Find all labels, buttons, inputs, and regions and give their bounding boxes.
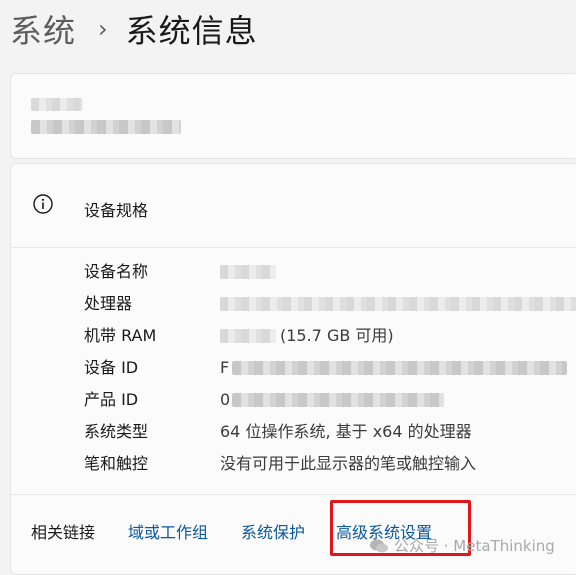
blurred-value [220, 329, 276, 343]
spec-row-device-name: 设备名称 [84, 260, 576, 284]
blurred-value [232, 393, 444, 407]
watermark-text: 公众号 · MetaThinking [394, 537, 555, 555]
spec-value: 0 [220, 390, 231, 409]
watermark: 公众号 · MetaThinking [369, 535, 555, 556]
spec-label: 机带 RAM [84, 326, 157, 345]
related-links-bar: 相关链接 域或工作组 系统保护 高级系统设置 公众号 · MetaThinkin… [11, 494, 576, 575]
spec-label: 产品 ID [84, 390, 139, 409]
specs-header[interactable]: 设备规格 [11, 164, 576, 248]
spec-label: 笔和触控 [84, 454, 149, 473]
spec-row-device-id: 设备 ID F [84, 356, 576, 380]
spec-row-ram: 机带 RAM (15.7 GB 可用) [84, 324, 576, 348]
spec-value: (15.7 GB 可用) [280, 326, 394, 345]
spec-label: 处理器 [84, 294, 133, 313]
blurred-device-model [31, 120, 181, 134]
spec-row-system-type: 系统类型 64 位操作系统, 基于 x64 的处理器 [84, 420, 576, 444]
breadcrumb-separator: › [98, 15, 108, 43]
spec-label: 设备名称 [84, 262, 149, 281]
blurred-value [220, 297, 576, 311]
spec-row-processor: 处理器 [84, 292, 576, 316]
related-links-label: 相关链接 [31, 523, 96, 542]
spec-row-product-id: 产品 ID 0 [84, 388, 576, 412]
info-icon [33, 194, 53, 214]
breadcrumb-parent[interactable]: 系统 [10, 6, 76, 52]
spec-value: 64 位操作系统, 基于 x64 的处理器 [220, 422, 472, 441]
device-name-card [10, 73, 576, 159]
link-domain-workgroup[interactable]: 域或工作组 [128, 519, 208, 543]
link-system-protection[interactable]: 系统保护 [241, 519, 305, 543]
spec-label: 设备 ID [84, 358, 139, 377]
spec-row-pen-touch: 笔和触控 没有可用于此显示器的笔或触控输入 [84, 452, 576, 476]
spec-label: 系统类型 [84, 422, 149, 441]
specs-title: 设备规格 [84, 201, 149, 220]
device-specs-card: 设备规格 设备名称 处理器 机带 RAM (15.7 GB 可用) 设备 ID … [10, 163, 576, 575]
blurred-value [220, 265, 276, 279]
breadcrumb: 系统 › 系统信息 [10, 6, 258, 52]
wechat-icon [370, 539, 388, 552]
page-title: 系统信息 [125, 12, 258, 50]
spec-value: F [220, 358, 230, 377]
spec-value: 没有可用于此显示器的笔或触控输入 [220, 454, 477, 473]
blurred-value [232, 361, 567, 375]
blurred-device-name [31, 98, 83, 111]
